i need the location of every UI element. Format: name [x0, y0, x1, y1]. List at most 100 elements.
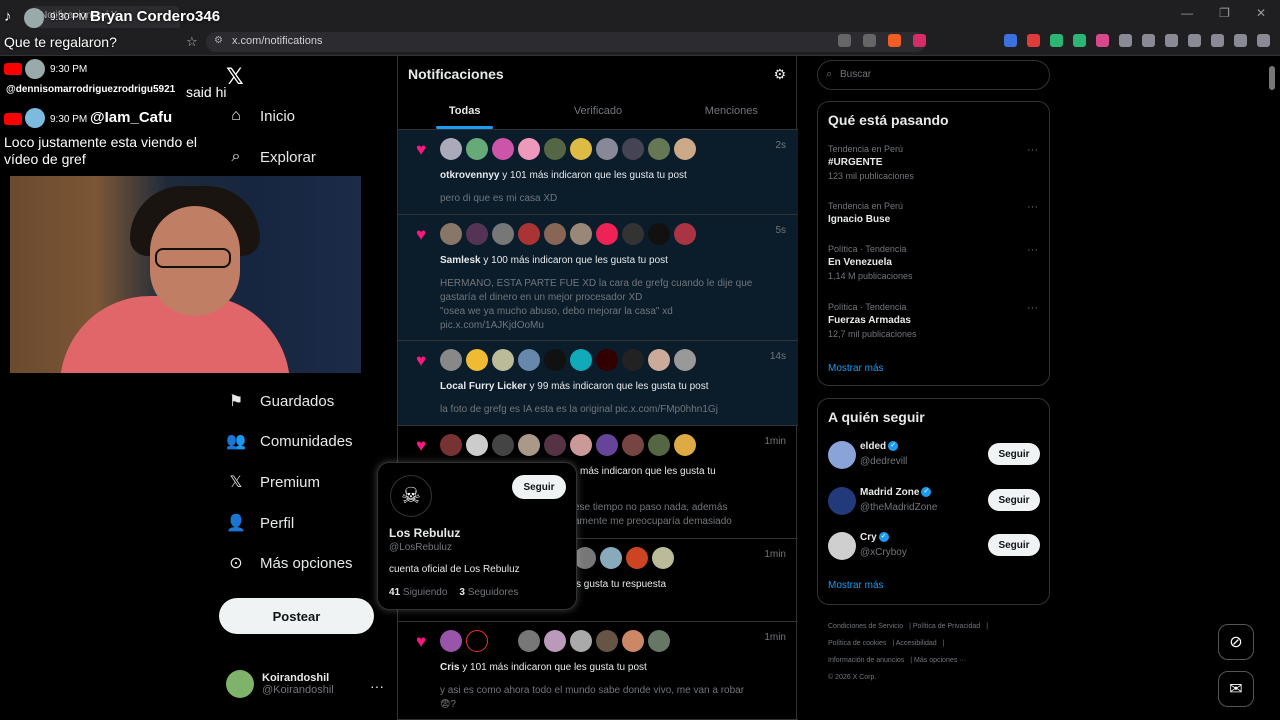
notification-item[interactable]: ♥ 2s otkrovennyy y 101 más indicaron que…	[398, 130, 798, 215]
footer-link[interactable]: Accesibilidad	[896, 640, 937, 647]
heart-icon: ♥	[416, 140, 427, 159]
notification-item[interactable]: ♥ 14s Local Furry Licker y 99 más indica…	[398, 341, 798, 426]
notification-user[interactable]: Cris	[440, 662, 459, 673]
trend-item[interactable]: Política · Tendencia Fuerzas Armadas 12,…	[828, 302, 1038, 339]
follow-show-more-link[interactable]: Mostrar más	[828, 580, 884, 591]
brave-rewards-icon[interactable]	[913, 34, 926, 47]
notification-action: y 101 más indicaron que les gusta tu pos…	[459, 662, 647, 673]
footer-link[interactable]: Condiciones de Servicio	[828, 623, 903, 630]
notification-item[interactable]: ♥ 5s Samlesk y 100 más indicaron que les…	[398, 215, 798, 341]
avatar	[25, 59, 45, 79]
extension-icon[interactable]	[1050, 34, 1063, 47]
extension-icon[interactable]	[1027, 34, 1040, 47]
follow-button[interactable]: Seguir	[988, 534, 1040, 556]
profile-name[interactable]: Los Rebuluz	[389, 526, 460, 540]
x-logo-icon[interactable]: 𝕏	[226, 64, 244, 90]
gear-icon[interactable]: ⚙	[773, 66, 786, 83]
overlay-time-2: 9:30 PM	[50, 64, 88, 75]
profile-handle[interactable]: @LosRebuluz	[389, 542, 452, 553]
grok-icon[interactable]: ⊘	[1218, 624, 1254, 660]
tab-verificado[interactable]: Verificado	[531, 96, 664, 129]
follow-suggestion[interactable]: Cry ✓ @xCryboy Seguir	[828, 530, 1040, 562]
account-name: Koirandoshil	[262, 672, 330, 684]
trend-title: Fuerzas Armadas	[828, 315, 911, 326]
vpn-icon[interactable]	[1211, 34, 1224, 47]
followers-stat[interactable]: 3 Seguidores	[459, 587, 518, 598]
avatar	[226, 670, 254, 698]
notification-user[interactable]: Samlesk	[440, 255, 481, 266]
following-count: 41	[389, 587, 401, 598]
follow-suggestion[interactable]: elded ✓ @dedrevill Seguir	[828, 439, 1040, 471]
cast-icon[interactable]	[838, 34, 851, 47]
footer-link[interactable]: Más opciones ···	[914, 657, 966, 664]
sidebar-item-perfil[interactable]: 👤 Perfil	[226, 513, 294, 533]
extension-icon[interactable]	[1142, 34, 1155, 47]
extension-icon[interactable]	[1096, 34, 1109, 47]
trend-item[interactable]: Política · Tendencia En Venezuela 1,14 M…	[828, 244, 1038, 281]
follow-title: A quién seguir	[828, 409, 925, 425]
follow-button[interactable]: Seguir	[512, 475, 566, 499]
trend-item[interactable]: Tendencia en Perú Ignacio Buse ···	[828, 201, 1038, 225]
sidebar-item-explorar[interactable]: ⌕ Explorar	[226, 147, 316, 167]
account-switcher[interactable]: Koirandoshil @Koirandoshil	[226, 670, 334, 698]
sidebar-item-label: Inicio	[260, 107, 296, 125]
close-icon[interactable]: ✕	[1256, 6, 1266, 20]
trend-item[interactable]: Tendencia en Perú #URGENTE 123 mil publi…	[828, 144, 1038, 181]
trends-show-more-link[interactable]: Mostrar más	[828, 363, 884, 374]
search-input[interactable]: ⌕ Buscar	[817, 60, 1050, 90]
suggestion-name: Cry	[860, 532, 877, 543]
puzzle-icon[interactable]	[1119, 34, 1132, 47]
bookmark-icon[interactable]: ☆	[186, 34, 198, 50]
account-more-icon[interactable]: ···	[370, 678, 384, 694]
shield-icon[interactable]	[1234, 34, 1247, 47]
extension-icon[interactable]	[1073, 34, 1086, 47]
messages-icon[interactable]: ✉	[1218, 671, 1254, 707]
follow-button[interactable]: Seguir	[988, 489, 1040, 511]
verified-badge-icon: ✓	[878, 532, 889, 543]
follow-suggestion[interactable]: Madrid Zone ✓ @theMadridZone Seguir	[828, 485, 1040, 517]
liker-avatars	[440, 349, 696, 371]
avatar	[828, 532, 856, 560]
notifications-column: Notificaciones ⚙ Todas Verificado Mencio…	[397, 56, 798, 720]
overlay-message-3: Loco justamente esta viendo el vídeo de …	[4, 134, 198, 167]
footer-link[interactable]: Política de Privacidad	[913, 623, 980, 630]
sidebar-item-guardados[interactable]: ⚑ Guardados	[226, 391, 334, 411]
more-icon[interactable]: ···	[1027, 144, 1038, 156]
brave-shield-icon[interactable]	[888, 34, 901, 47]
post-button[interactable]: Postear	[219, 598, 374, 634]
sidebar-item-mas-opciones[interactable]: ⊙ Más opciones	[226, 553, 352, 573]
site-info-icon[interactable]: ⚙	[214, 35, 223, 46]
restore-icon[interactable]: ❐	[1219, 6, 1230, 20]
sidebar-item-premium[interactable]: 𝕏 Premium	[226, 472, 320, 492]
more-icon[interactable]: ···	[1027, 244, 1038, 256]
wallet-icon[interactable]	[1188, 34, 1201, 47]
trends-panel: Qué está pasando Tendencia en Perú #URGE…	[817, 101, 1050, 386]
sidebar-icon[interactable]	[1165, 34, 1178, 47]
tab-todas[interactable]: Todas	[398, 96, 531, 129]
notification-item[interactable]: ♥ 1min Cris y 101 más indicaron que les …	[398, 622, 798, 720]
scrollbar[interactable]	[1269, 66, 1275, 90]
address-bar[interactable]: ⚙ x.com/notifications	[206, 32, 926, 52]
footer-link[interactable]: Política de cookies	[828, 640, 886, 647]
notification-user[interactable]: otkrovennyy	[440, 170, 499, 181]
tab-menciones[interactable]: Menciones	[665, 96, 798, 129]
follow-button[interactable]: Seguir	[988, 443, 1040, 465]
sidebar-item-comunidades[interactable]: 👥 Comunidades	[226, 431, 353, 451]
translate-extension-icon[interactable]	[1004, 34, 1017, 47]
minimize-icon[interactable]: —	[1181, 6, 1193, 20]
notification-time: 1min	[764, 436, 786, 447]
following-stat[interactable]: 41 Siguiendo	[389, 587, 447, 598]
notification-text: otkrovennyy y 101 más indicaron que les …	[440, 170, 687, 181]
footer-link[interactable]: Información de anuncios	[828, 657, 904, 664]
overlay-user-2: @dennisomarrodriguezrodrigu5921	[6, 84, 176, 95]
profile-stats: 41 Siguiendo 3 Seguidores	[389, 587, 518, 598]
notification-user[interactable]: Local Furry Licker	[440, 381, 527, 392]
notification-post-text: pero di que es mi casa XD	[440, 193, 558, 204]
share-icon[interactable]	[863, 34, 876, 47]
more-icon[interactable]: ···	[1027, 302, 1038, 314]
pirate-flag-icon[interactable]: ☠	[390, 475, 432, 517]
sidebar-item-inicio[interactable]: ⌂ Inicio	[226, 106, 295, 126]
suggestion-handle: @xCryboy	[860, 547, 907, 558]
more-icon[interactable]: ···	[1027, 201, 1038, 213]
menu-icon[interactable]	[1257, 34, 1270, 47]
